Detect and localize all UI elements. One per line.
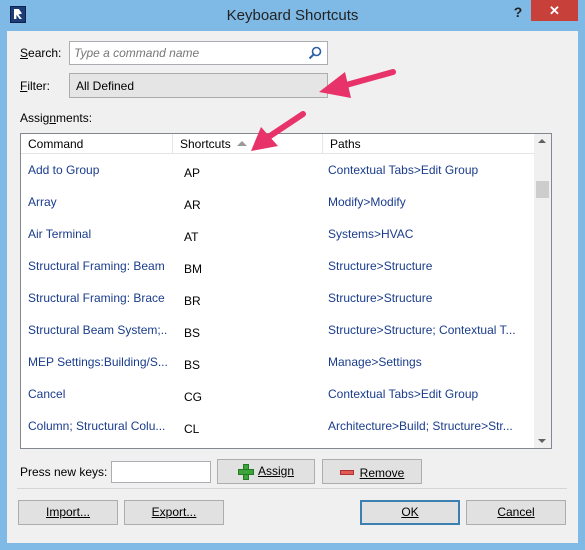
command-cell: Structural Beam System;...	[28, 323, 168, 337]
table-row[interactable]: Array AR Modify>Modify	[21, 186, 546, 218]
shortcut-cell: AP	[184, 166, 201, 180]
table-row[interactable]: Structural Beam System;... BS Structure>St…	[21, 314, 546, 346]
table-row[interactable]: Structural Framing: Beam BM Structure>Stru…	[21, 250, 546, 282]
path-cell: Contextual Tabs>Edit Group	[328, 163, 479, 177]
assign-button[interactable]: Assign	[217, 459, 315, 484]
shortcut-cell: BS	[184, 326, 201, 340]
search-input[interactable]	[74, 45, 304, 61]
scroll-thumb[interactable]	[536, 181, 549, 198]
filter-label: Filter:	[20, 79, 51, 93]
window-title: Keyboard Shortcuts	[226, 7, 359, 24]
table-row[interactable]: Column; Structural Colu... CL Architecture…	[21, 410, 546, 442]
table-header: Command Shortcuts Paths	[21, 134, 546, 154]
shortcut-cell: CL	[184, 422, 200, 436]
export-button[interactable]: Export...	[124, 500, 224, 525]
press-new-keys-label: Press new keys:	[20, 465, 108, 479]
scroll-down-icon[interactable]	[538, 439, 546, 443]
command-cell: Air Terminal	[28, 227, 92, 241]
command-cell: Structural Framing: Brace	[28, 291, 165, 305]
assignments-table[interactable]: Command Shortcuts Paths Add to Group AP Co…	[20, 133, 552, 449]
column-header-shortcuts[interactable]: Shortcuts	[173, 134, 323, 154]
import-button[interactable]: Import...	[18, 500, 118, 525]
path-cell: Systems>HVAC	[328, 227, 414, 241]
table-row[interactable]: Cancel CG Contextual Tabs>Edit Group	[21, 378, 546, 410]
path-cell: Manage>Settings	[328, 355, 422, 369]
assignments-label: Assignments:	[20, 111, 93, 125]
search-field[interactable]	[69, 41, 328, 65]
help-button[interactable]: ?	[508, 4, 528, 24]
command-cell: Structural Framing: Beam	[28, 259, 165, 273]
command-cell: Cancel	[28, 387, 66, 401]
search-icon[interactable]	[307, 45, 323, 61]
table-row[interactable]: Add to Group AP Contextual Tabs>Edit Group	[21, 154, 546, 186]
title-bar[interactable]: Keyboard Shortcuts ? ✕	[0, 0, 585, 31]
cancel-button[interactable]: Cancel	[466, 500, 566, 525]
new-keys-input[interactable]	[111, 461, 211, 483]
path-cell: Contextual Tabs>Edit Group	[328, 387, 479, 401]
path-cell: Architecture>Build; Structure>Str...	[328, 419, 513, 433]
command-cell: Add to Group	[28, 163, 100, 177]
path-cell: Structure>Structure	[328, 259, 433, 273]
shortcut-cell: BS	[184, 358, 201, 372]
table-row[interactable]: Structural Framing: Brace BR Structure>Str…	[21, 282, 546, 314]
keyboard-shortcuts-dialog: Keyboard Shortcuts ? ✕ Search: Filter: A…	[0, 0, 585, 550]
path-cell: Structure>Structure; Contextual T...	[328, 323, 516, 337]
shortcut-cell: CG	[184, 390, 202, 404]
table-row[interactable]: Air Terminal AT Systems>HVAC	[21, 218, 546, 250]
remove-icon	[339, 470, 354, 475]
path-cell: Structure>Structure	[328, 291, 433, 305]
add-icon	[237, 464, 254, 480]
shortcut-cell: AR	[184, 198, 201, 212]
command-cell: MEP Settings:Building/S...	[28, 355, 168, 369]
command-cell: Column; Structural Colu...	[28, 419, 166, 433]
ok-button[interactable]: OK	[360, 500, 460, 525]
close-button[interactable]: ✕	[531, 0, 578, 21]
column-header-command[interactable]: Command	[21, 134, 173, 154]
shortcut-cell: BM	[184, 262, 202, 276]
filter-selected-value: All Defined	[76, 79, 135, 93]
vertical-scrollbar[interactable]	[534, 134, 551, 448]
table-row[interactable]: MEP Settings:Building/S... BS Manage>Setti…	[21, 346, 546, 378]
table-body: Add to Group AP Contextual Tabs>Edit Group…	[21, 154, 546, 442]
remove-button[interactable]: Remove	[322, 459, 422, 484]
filter-dropdown[interactable]: All Defined	[69, 73, 328, 98]
scroll-up-icon[interactable]	[538, 139, 546, 143]
separator	[17, 488, 567, 489]
dialog-body: Search: Filter: All Defined Assignments:…	[7, 31, 578, 543]
close-icon[interactable]: ✕	[549, 3, 560, 18]
search-label: Search:	[20, 46, 62, 60]
shortcut-cell: AT	[184, 230, 199, 244]
command-cell: Array	[28, 195, 57, 209]
column-header-paths[interactable]: Paths	[323, 134, 546, 154]
shortcut-cell: BR	[184, 294, 201, 308]
sort-ascending-icon	[236, 141, 247, 146]
path-cell: Modify>Modify	[328, 195, 406, 209]
